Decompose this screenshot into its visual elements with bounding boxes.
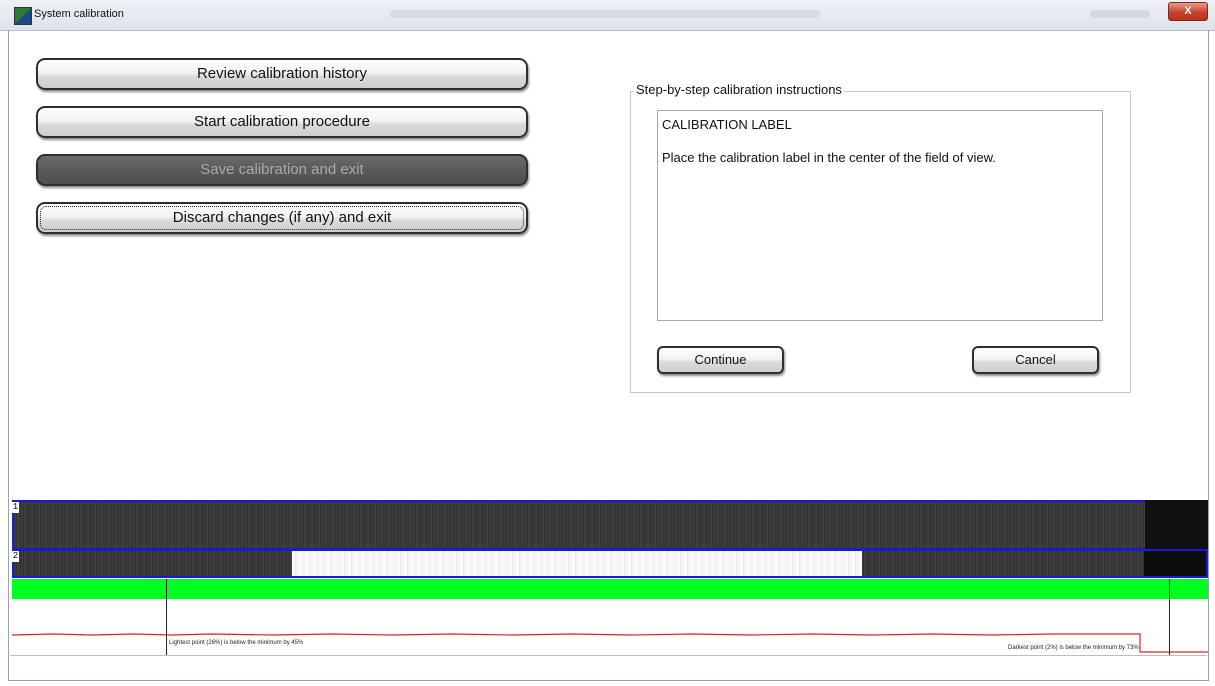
darkest-point-message: Darkest point (2%) is below the minimum …	[1008, 645, 1139, 651]
calibration-label-region	[292, 551, 862, 576]
window-title: System calibration	[34, 8, 124, 20]
continue-button[interactable]: Continue	[657, 346, 784, 374]
instruction-step-text: Place the calibration label in the cente…	[662, 150, 996, 165]
brightness-graph: Lightest point (26%) is below the minimu…	[11, 579, 1208, 655]
camera-strip-2-label: 2	[12, 551, 19, 562]
title-bar: System calibration X	[0, 0, 1215, 31]
start-calibration-button[interactable]: Start calibration procedure	[36, 106, 528, 138]
app-icon	[14, 7, 32, 25]
camera-strip-2-dark-end	[1144, 551, 1206, 576]
instruction-step-title: CALIBRATION LABEL	[662, 117, 792, 132]
instructions-text-box: CALIBRATION LABEL Place the calibration …	[657, 110, 1103, 321]
camera-strip-1-dark-end	[1145, 500, 1208, 550]
title-bar-blurred-text	[390, 10, 820, 18]
darkest-point-marker	[1169, 579, 1170, 655]
status-indicator-bar	[12, 579, 1208, 599]
lightest-point-marker	[166, 579, 167, 655]
close-button[interactable]: X	[1168, 2, 1208, 21]
instructions-group-legend: Step-by-step calibration instructions	[634, 82, 844, 97]
camera-strip-1	[12, 500, 1147, 550]
status-bar-separator	[10, 655, 1207, 656]
camera-strip-1-label: 1	[12, 502, 19, 513]
cancel-button[interactable]: Cancel	[972, 346, 1099, 374]
save-and-exit-button[interactable]: Save calibration and exit	[36, 154, 528, 186]
window-controls	[1090, 10, 1150, 18]
lightest-point-message: Lightest point (26%) is below the minimu…	[169, 640, 304, 646]
focus-indicator	[40, 206, 524, 230]
discard-and-exit-button[interactable]: Discard changes (if any) and exit	[36, 202, 528, 234]
review-history-button[interactable]: Review calibration history	[36, 58, 528, 90]
